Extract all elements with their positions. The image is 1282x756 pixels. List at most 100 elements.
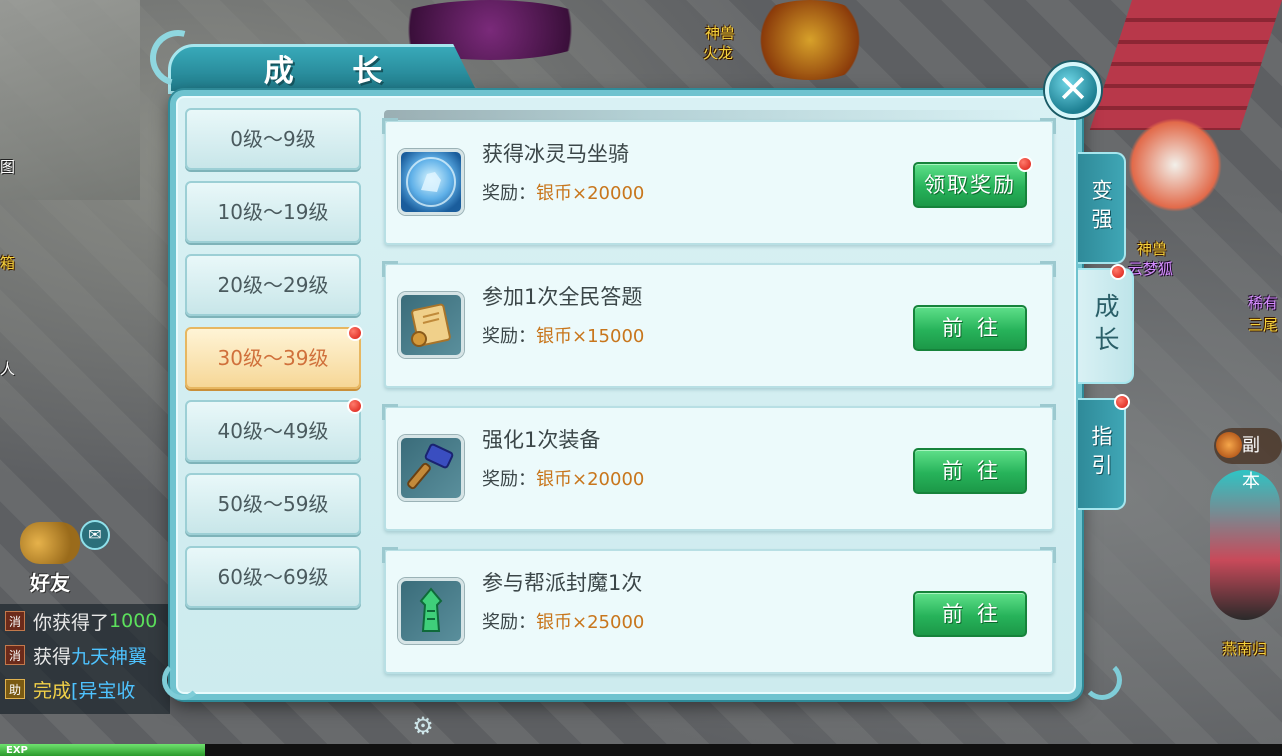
hammer-icon[interactable] [398,435,464,501]
level-tab[interactable]: 50级～59级 [185,473,361,535]
level-tab[interactable]: 0级～9级 [185,108,361,170]
npc-label[interactable]: 稀有 [1248,292,1278,313]
corner-notch [1040,547,1056,563]
ice-spirit-horse-icon[interactable] [398,149,464,215]
exp-bar [0,744,1282,756]
task-row: 参与帮派封魔1次 奖励：银币×25000 前往 [382,547,1056,674]
reward-label: 奖励： [482,326,536,347]
reward-label: 奖励： [482,183,536,204]
level-tab[interactable]: 30级～39级 [185,325,363,389]
gear-icon[interactable]: ⚙ [410,713,436,739]
notification-dot-icon [347,325,363,341]
level-tab-label: 10级～19级 [217,200,329,224]
notification-dot-icon [347,398,363,414]
stone-lantern [0,0,140,200]
reward-value: 银币×25000 [536,612,645,633]
close-button[interactable]: ✕ [1045,62,1101,118]
button-label: 前往 [942,459,1012,483]
scroll-icon[interactable] [398,292,464,358]
exp-label: EXP [6,745,28,756]
npc-label[interactable]: 燕南归 [1222,638,1267,659]
side-tab[interactable]: 成长 [1078,264,1134,384]
task-title: 强化1次装备 [482,428,601,452]
task-reward: 奖励：银币×20000 [482,179,644,205]
notification-dot-icon [1114,394,1130,410]
dungeon-button[interactable]: 副本 [1214,428,1282,492]
level-tab[interactable]: 60级～69级 [185,546,361,608]
reward-value: 银币×20000 [536,469,645,490]
corner-ornament [162,660,202,700]
level-tab[interactable]: 40级～49级 [185,398,363,462]
chat-channel-tag: 消 [5,645,25,665]
reward-value: 银币×20000 [536,183,645,204]
fire-dragon-sprite [740,0,880,80]
chat-line[interactable]: 消你获得了 1000 [0,604,170,638]
chat-panel[interactable]: 消你获得了 1000 消获得 九天神翼助完成 [异宝收 [0,604,170,714]
corner-notch [382,118,398,134]
button-label: 领取奖励 [924,173,1016,197]
level-tab-label: 30级～39级 [217,346,329,370]
fox-sprite [1120,110,1230,220]
task-title: 获得冰灵马坐骑 [482,142,629,166]
corner-notch [382,404,398,420]
level-tab-label: 60级～69级 [217,565,329,589]
panel-title: 成 长 [263,54,407,89]
corner-notch [1040,404,1056,420]
npc-label[interactable]: 神兽 [705,22,735,43]
dungeon-label: 副本 [1242,435,1260,492]
npc-label[interactable]: 三尾 [1248,314,1278,335]
task-list: 获得冰灵马坐骑 奖励：银币×20000 领取奖励 参加1次全民答题 奖励：银币×… [382,118,1056,692]
chat-line[interactable]: 助完成 [异宝收 [0,672,170,706]
npc-label[interactable]: 人 [0,358,15,379]
corner-notch [1040,261,1056,277]
chat-channel-tag: 消 [5,611,25,631]
level-tab-list: 0级～9级 10级～19级 20级～29级 30级～39级 40级～49级 50级～59级… [185,108,363,619]
corner-notch [382,547,398,563]
npc-label[interactable]: 图 [0,156,15,177]
npc-label[interactable]: 箱 [0,252,15,273]
npc-label[interactable]: 云梦狐 [1128,258,1173,279]
chat-text: [异宝收 [71,679,136,702]
corner-notch [1040,118,1056,134]
jade-tower-icon[interactable] [398,578,464,644]
button-label: 前往 [942,316,1012,340]
side-tab[interactable]: 指引 [1078,394,1130,510]
npc-label[interactable]: 神兽 [1137,238,1167,259]
side-tab-label: 成长 [1091,293,1120,359]
close-icon: ✕ [1057,67,1089,111]
friends-avatar-icon[interactable] [20,522,80,564]
chat-text: 九天神翼 [71,645,148,668]
task-title: 参与帮派封魔1次 [482,571,643,595]
chat-text: 获得 [33,645,72,668]
exp-bar-fill [0,744,205,756]
corner-ornament [1082,660,1122,700]
side-tab-label: 指引 [1089,425,1113,483]
chat-channel-tag: 助 [5,679,25,699]
task-title: 参加1次全民答题 [482,285,643,309]
level-tab-label: 0级～9级 [230,127,316,151]
task-reward: 奖励：银币×15000 [482,322,644,348]
level-tab-label: 20级～29级 [217,273,329,297]
task-row: 参加1次全民答题 奖励：银币×15000 前往 [382,261,1056,388]
side-tab[interactable]: 变强 [1078,152,1126,264]
goto-button[interactable]: 前往 [913,448,1027,494]
level-tab[interactable]: 10级～19级 [185,181,361,243]
reward-label: 奖励： [482,612,536,633]
mail-icon[interactable]: ✉ [80,520,110,550]
button-label: 前往 [942,602,1012,626]
goto-button[interactable]: 前往 [913,591,1027,637]
notification-dot-icon [1017,156,1033,172]
task-reward: 奖励：银币×20000 [482,465,644,491]
claim-reward-button[interactable]: 领取奖励 [913,156,1033,208]
side-tab-label: 变强 [1089,179,1113,237]
level-tab[interactable]: 20级～29级 [185,254,361,316]
npc-label[interactable]: 火龙 [703,42,733,63]
task-row: 强化1次装备 奖励：银币×20000 前往 [382,404,1056,531]
chat-line[interactable]: 消获得 九天神翼 [0,638,170,672]
chat-text: 你获得了 [33,611,110,634]
reward-label: 奖励： [482,469,536,490]
goto-button[interactable]: 前往 [913,305,1027,351]
chat-text: 完成 [33,679,72,702]
friends-label[interactable]: 好友 [30,567,70,596]
task-reward: 奖励：银币×25000 [482,608,644,634]
